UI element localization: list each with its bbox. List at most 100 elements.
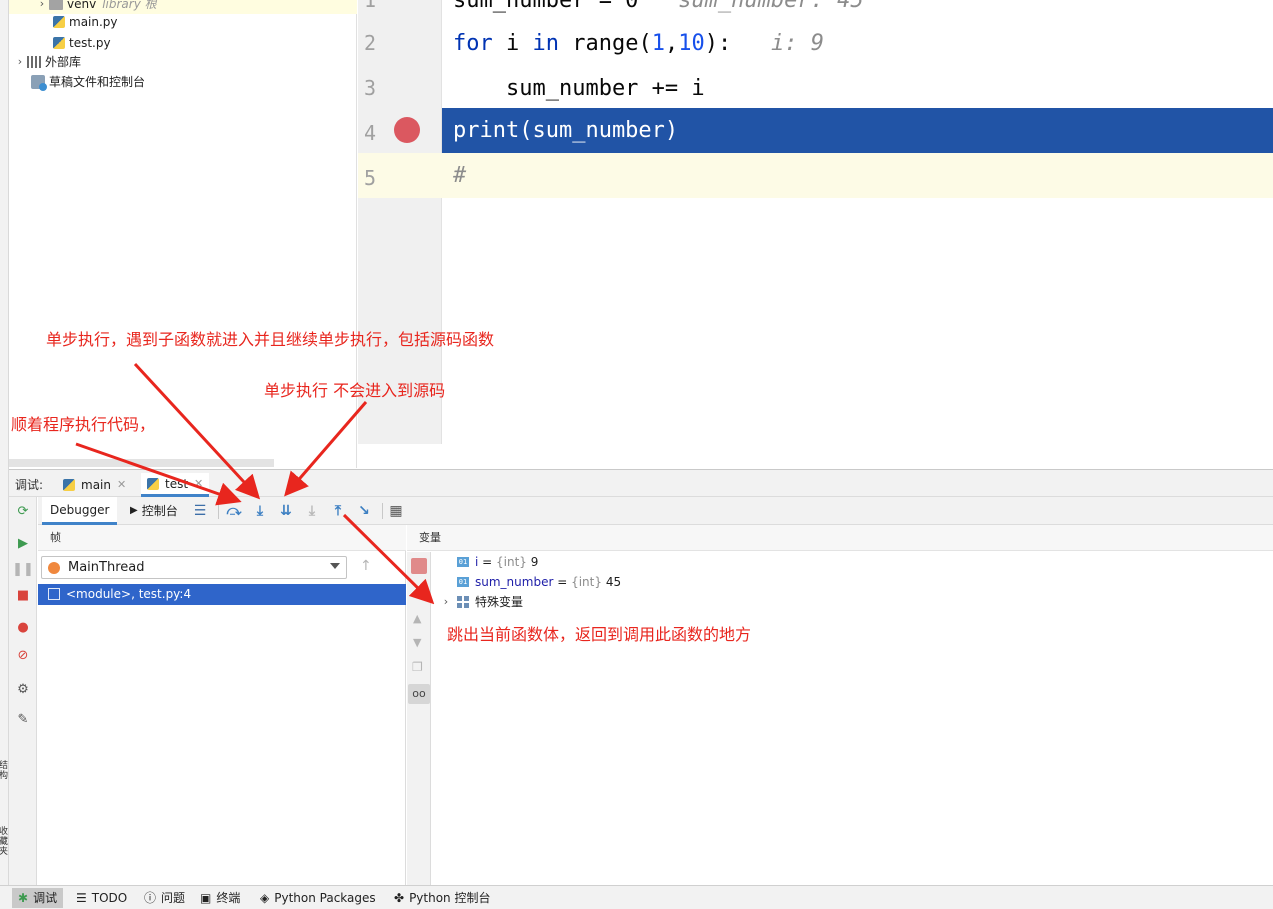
annotation-step-over: 单步执行 不会进入到源码	[264, 381, 446, 400]
tool-debug[interactable]: ✱ 调试	[12, 888, 64, 908]
variable-value: 45	[605, 575, 622, 589]
view-breakpoints-icon[interactable]: ●	[15, 619, 31, 635]
stop-icon[interactable]: ■	[15, 587, 31, 603]
scratch-icon	[31, 75, 47, 91]
inline-value-hint: sum_number: 45	[678, 0, 864, 13]
debug-run-tabs: 调试: main ✕ test ✕	[9, 469, 1273, 497]
tool-label: 问题	[161, 891, 186, 905]
variable-name: sum_number	[475, 575, 554, 589]
variable-value: 9	[530, 555, 539, 569]
chevron-right-icon[interactable]: ›	[35, 0, 49, 14]
tool-label: TODO	[91, 891, 128, 905]
python-icon	[147, 477, 159, 490]
chevron-right-icon[interactable]: ›	[13, 52, 27, 72]
tab-main[interactable]: main ✕	[57, 473, 132, 497]
tool-problems[interactable]: ⓘ 问题	[138, 888, 191, 908]
favorites-tab[interactable]: 收藏夹	[0, 826, 9, 856]
tool-label: Python Packages	[274, 891, 376, 905]
layout-menu-icon[interactable]: ☰	[192, 503, 208, 519]
gear-icon[interactable]: ⚙	[15, 681, 31, 697]
line-number: 1	[364, 0, 377, 12]
thread-selector[interactable]: MainThread	[41, 556, 347, 579]
code-line-1: sum_number = 0 sum_number: 45	[442, 0, 1273, 23]
chevron-right-icon[interactable]: ›	[439, 592, 453, 612]
tool-label: 调试	[33, 891, 58, 905]
variable-type: {int}	[571, 575, 602, 589]
tool-python-console[interactable]: ✤ Python 控制台	[388, 888, 496, 908]
variable-row[interactable]: 01 sum_number = {int} 45	[457, 572, 621, 592]
add-watch-icon[interactable]	[411, 558, 427, 574]
project-horizontal-scrollbar[interactable]	[9, 459, 274, 467]
rerun-icon[interactable]: ⟳	[15, 503, 31, 519]
code-editor[interactable]: 1 2 3 4 5 sum_number = 0 sum_number: 45 …	[358, 0, 1273, 444]
debug-label: 调试:	[15, 478, 44, 492]
tool-terminal[interactable]: ▣ 终端	[194, 888, 246, 908]
variable-row[interactable]: 01 i = {int} 9	[457, 552, 538, 572]
copy-icon[interactable]: ❐	[412, 660, 423, 674]
number-literal: 10	[678, 31, 705, 56]
arrow-down-icon[interactable]: ▼	[413, 636, 421, 649]
console-icon: ▶	[130, 505, 138, 516]
tab-label: test	[165, 476, 189, 491]
warning-icon: ⓘ	[144, 891, 157, 905]
tool-label: 终端	[216, 891, 241, 905]
code-text: i	[492, 31, 533, 56]
step-over-icon[interactable]: ⤓	[252, 503, 268, 519]
tab-label: 控制台	[141, 504, 178, 518]
line-number: 2	[364, 31, 377, 55]
tool-python-packages[interactable]: ◈ Python Packages	[254, 888, 382, 908]
structure-tab[interactable]: 结构	[0, 760, 9, 780]
special-variables-icon	[457, 596, 469, 608]
tree-item-test-py[interactable]: test.py	[53, 33, 111, 53]
annotation-step-out: 跳出当前函数体，返回到调用此函数的地方	[447, 625, 752, 644]
close-icon[interactable]: ✕	[117, 473, 126, 497]
special-variables-row[interactable]: › 特殊变量	[439, 592, 523, 612]
tree-item-label: 草稿文件和控制台	[49, 75, 146, 89]
frame-row[interactable]: <module>, test.py:4	[38, 584, 406, 605]
annotation-show-exec: 顺着程序执行代码，	[11, 415, 156, 434]
mute-breakpoints-icon[interactable]: ⊘	[15, 647, 31, 663]
tab-test[interactable]: test ✕	[141, 472, 210, 497]
close-icon[interactable]: ✕	[194, 472, 203, 496]
inline-value-hint: i: 9	[770, 31, 824, 56]
left-tool-strip: 结构 收藏夹	[0, 0, 9, 885]
code-text: print(sum_number)	[453, 118, 679, 143]
glasses-icon[interactable]: oo	[408, 684, 430, 704]
tool-label: Python 控制台	[409, 891, 491, 905]
arrow-up-icon[interactable]: ▲	[413, 612, 421, 625]
thread-name: MainThread	[68, 560, 145, 575]
step-out-icon[interactable]: ⤒	[330, 503, 346, 519]
breakpoint-icon[interactable]	[394, 117, 420, 143]
tree-item-scratches[interactable]: 草稿文件和控制台	[31, 72, 145, 92]
tree-item-external-libs[interactable]: › 外部库	[13, 52, 81, 72]
tab-console[interactable]: ▶ 控制台	[122, 497, 186, 525]
line-number: 5	[364, 166, 377, 190]
code-line-3: sum_number += i	[442, 66, 1273, 111]
annotation-step-into: 单步执行，遇到子函数就进入并且继续单步执行，包括源码函数	[46, 330, 495, 349]
tool-todo[interactable]: ☰ TODO	[70, 888, 133, 908]
step-into-icon[interactable]: ⇊	[278, 503, 294, 519]
pin-icon[interactable]: ✎	[15, 711, 31, 727]
list-icon: ☰	[76, 891, 87, 905]
code-comment: #	[453, 163, 467, 188]
toolbar-separator	[218, 503, 219, 519]
execution-point-line: print(sum_number)	[442, 108, 1273, 153]
packages-icon: ◈	[260, 891, 270, 905]
resume-icon[interactable]: ▶	[15, 535, 31, 551]
python-file-icon	[53, 16, 65, 28]
variables-header: 变量	[407, 525, 1273, 551]
variable-type: {int}	[496, 555, 527, 569]
evaluate-expression-icon[interactable]: ▦	[388, 503, 404, 519]
step-into-my-code-icon[interactable]: ⤓	[304, 503, 320, 519]
tree-item-main-py[interactable]: main.py	[53, 12, 118, 32]
run-to-cursor-icon[interactable]: ↘	[356, 503, 372, 519]
show-execution-point-icon[interactable]: ⤼	[226, 503, 242, 519]
frames-panel: 帧 MainThread ↑ <module>, test.py:4	[38, 525, 406, 885]
line-number: 3	[364, 76, 377, 100]
arrow-up-icon[interactable]: ↑	[360, 558, 372, 574]
folder-icon	[49, 0, 63, 10]
pause-icon[interactable]: ❚❚	[12, 561, 34, 577]
frame-label: <module>, test.py:4	[66, 587, 192, 601]
chevron-down-icon[interactable]	[330, 563, 340, 569]
tab-debugger[interactable]: Debugger	[42, 497, 118, 525]
